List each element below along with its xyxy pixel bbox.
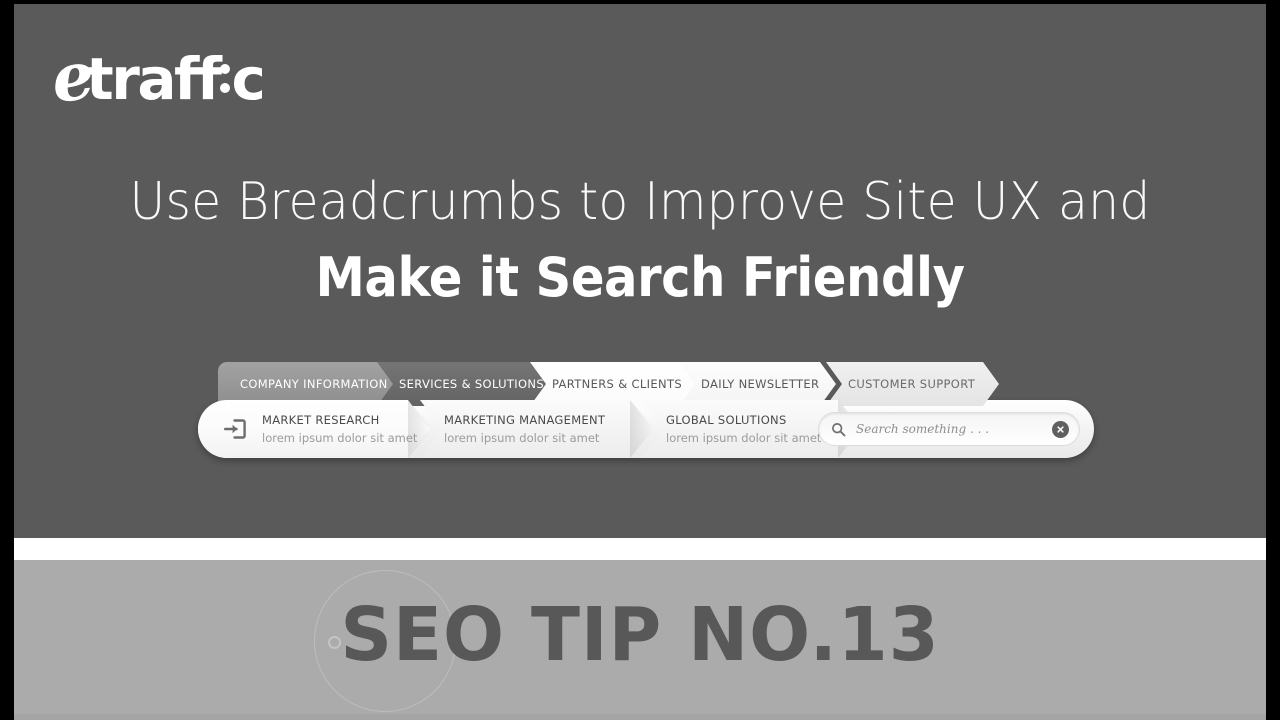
logo-wordmark: traff (86, 45, 222, 113)
tab-label: DAILY NEWSLETTER (701, 377, 820, 391)
top-panel: e traff c Use Breadcrumbs to Improve Sit… (14, 4, 1266, 538)
headline-line-1: Use Breadcrumbs to Improve Site UX and (129, 172, 1151, 232)
breadcrumb-item-title: MARKET RESEARCH (262, 413, 380, 427)
tab-label: SERVICES & SOLUTIONS (399, 377, 545, 391)
breadcrumb-bar: MARKET RESEARCH lorem ipsum dolor sit am… (198, 400, 1094, 458)
page-title: Use Breadcrumbs to Improve Site UX and M… (14, 172, 1266, 310)
breadcrumb-item-subtitle: lorem ipsum dolor sit amet (666, 431, 822, 445)
tab-daily-newsletter[interactable]: DAILY NEWSLETTER (679, 362, 836, 406)
breadcrumb-item-text: MARKETING MANAGEMENT lorem ipsum dolor s… (444, 411, 652, 447)
banner-title: SEO TIP NO.13 (340, 592, 940, 678)
tab-customer-support[interactable]: CUSTOMER SUPPORT (826, 362, 999, 406)
breadcrumb-item-content: MARKET RESEARCH lorem ipsum dolor sit am… (198, 411, 430, 447)
breadcrumb-widget: COMPANY INFORMATION SERVICES & SOLUTIONS… (185, 362, 1107, 464)
breadcrumb-item-title: GLOBAL SOLUTIONS (666, 413, 787, 427)
breadcrumb-item-text: MARKET RESEARCH lorem ipsum dolor sit am… (262, 411, 430, 447)
tab-company-information[interactable]: COMPANY INFORMATION (218, 362, 403, 406)
banner-bottom-strip (14, 714, 1266, 720)
breadcrumb-item-content: MARKETING MANAGEMENT lorem ipsum dolor s… (420, 411, 652, 447)
search-field[interactable] (818, 412, 1080, 446)
tab-label: COMPANY INFORMATION (240, 377, 388, 391)
tab-label: CUSTOMER SUPPORT (848, 377, 976, 391)
clear-search-icon[interactable] (1052, 420, 1069, 438)
tab-services-solutions[interactable]: SERVICES & SOLUTIONS (377, 362, 553, 406)
headline-line-2: Make it Search Friendly (315, 246, 965, 309)
breadcrumb-tab-row: COMPANY INFORMATION SERVICES & SOLUTIONS… (185, 362, 1107, 406)
breadcrumb-item-title: MARKETING MANAGEMENT (444, 413, 606, 427)
breadcrumb-item-subtitle: lorem ipsum dolor sit amet (444, 431, 600, 445)
section-divider (14, 538, 1266, 560)
search-icon (831, 422, 846, 437)
logo-wordmark-tail: c (231, 45, 265, 113)
video-frame: e traff c Use Breadcrumbs to Improve Sit… (0, 0, 1280, 720)
login-arrow-icon (222, 416, 248, 442)
etraffic-logo: e traff c (48, 36, 269, 118)
search-input[interactable] (854, 421, 1052, 437)
breadcrumb-item-marketing-management[interactable]: MARKETING MANAGEMENT lorem ipsum dolor s… (420, 400, 652, 458)
breadcrumb-item-market-research[interactable]: MARKET RESEARCH lorem ipsum dolor sit am… (198, 400, 430, 458)
tab-label: PARTNERS & CLIENTS (552, 377, 683, 391)
bottom-banner: SEO TIP NO.13 (14, 560, 1266, 720)
slide-stage: e traff c Use Breadcrumbs to Improve Sit… (14, 4, 1266, 720)
breadcrumb-item-subtitle: lorem ipsum dolor sit amet (262, 431, 418, 445)
tab-partners-clients[interactable]: PARTNERS & CLIENTS (530, 362, 697, 406)
